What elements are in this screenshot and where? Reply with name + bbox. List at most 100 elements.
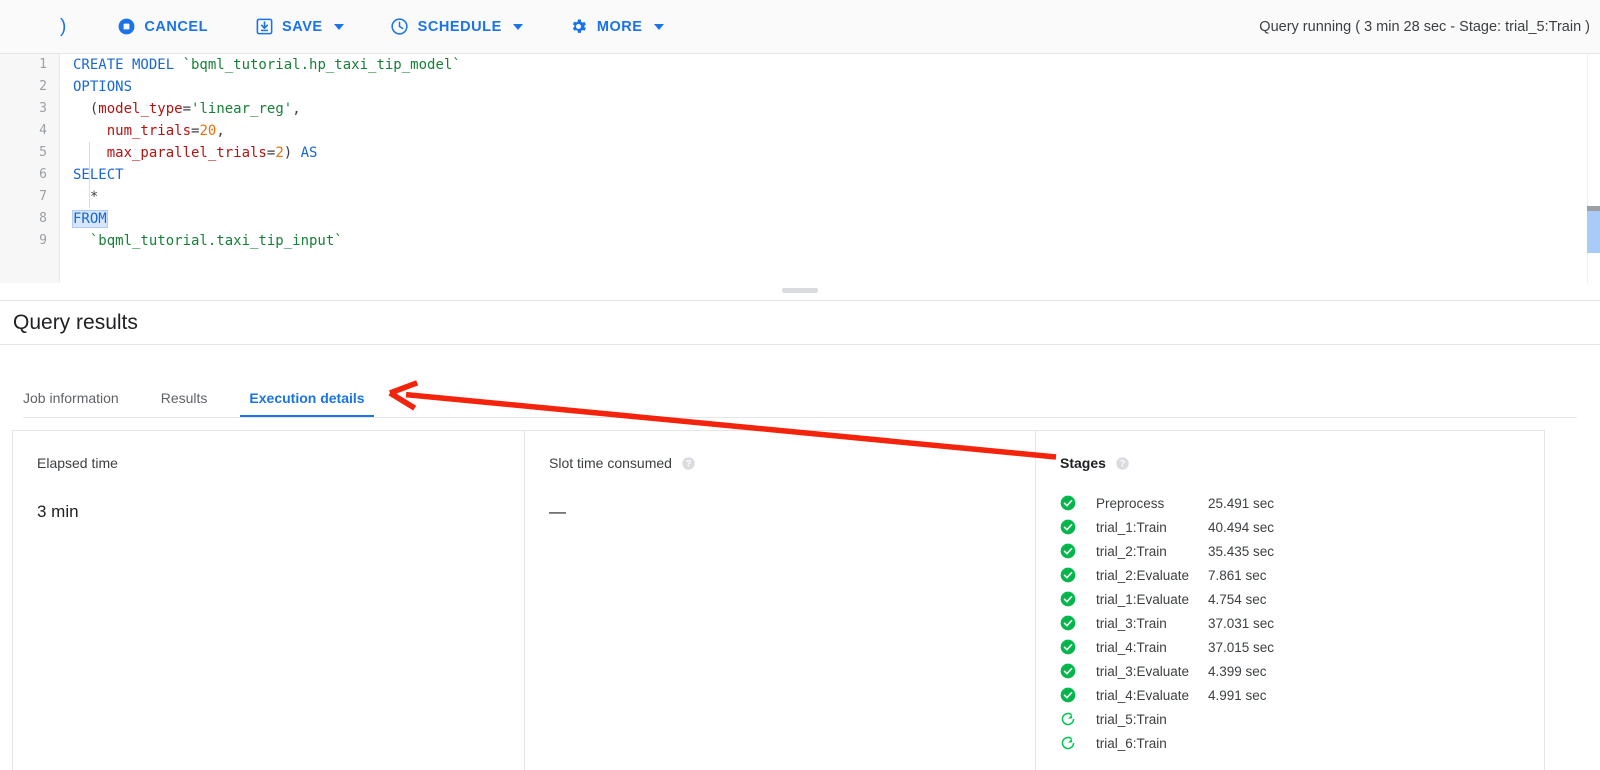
tab-job-information[interactable]: Job information bbox=[23, 390, 119, 418]
check-circle-icon bbox=[1060, 663, 1076, 679]
schedule-button-label: SCHEDULE bbox=[417, 18, 502, 35]
save-button-label: SAVE bbox=[282, 18, 323, 35]
stages-card: Stages ? Preprocess 25.491 sec trial_1:Tra… bbox=[1035, 431, 1544, 770]
tab-label: Job information bbox=[23, 390, 119, 406]
tab-execution-details[interactable]: Execution details bbox=[240, 390, 374, 418]
stage-row[interactable]: trial_1:Evaluate 4.754 sec bbox=[1060, 587, 1544, 611]
stages-list: Preprocess 25.491 sec trial_1:Train 40.494 … bbox=[1060, 491, 1544, 755]
stage-duration: 25.491 sec bbox=[1208, 495, 1275, 511]
slot-time-label: Slot time consumed bbox=[549, 455, 672, 471]
code-token-option: model_type bbox=[98, 101, 183, 117]
stage-duration: 4.754 sec bbox=[1208, 591, 1267, 607]
editor-toolbar: ) CANCEL SAVE SCHEDULE MORE Query runnin… bbox=[0, 0, 1600, 54]
check-circle-icon bbox=[1060, 615, 1076, 631]
sql-editor[interactable]: 1 2 3 4 5 6 7 8 9 CREATE MODEL `bqml_tut… bbox=[0, 54, 1600, 283]
stage-name: trial_2:Train bbox=[1096, 543, 1167, 559]
line-number: 3 bbox=[39, 101, 47, 116]
check-circle-icon bbox=[1060, 567, 1076, 583]
stage-name: trial_5:Train bbox=[1096, 711, 1167, 727]
query-status-text: Query running ( 3 min 28 sec - Stage: tr… bbox=[1259, 19, 1590, 35]
splitter-grip[interactable] bbox=[782, 288, 818, 293]
stages-label: Stages bbox=[1060, 455, 1106, 471]
help-icon[interactable]: ? bbox=[681, 456, 696, 471]
stage-name: trial_1:Evaluate bbox=[1096, 591, 1190, 607]
line-number: 8 bbox=[39, 211, 47, 226]
stage-name: trial_3:Train bbox=[1096, 615, 1167, 631]
code-token-paren: ( bbox=[73, 101, 99, 117]
code-token-comma: , bbox=[216, 123, 225, 139]
indent-guide bbox=[89, 142, 90, 208]
chevron-down-icon[interactable] bbox=[333, 23, 344, 30]
slot-time-card: Slot time consumed ? — bbox=[524, 431, 1035, 770]
query-results-header: Query results bbox=[0, 301, 1600, 345]
code-line-3: (model_type='linear_reg', bbox=[60, 98, 1600, 120]
page-title: Query results bbox=[13, 310, 138, 334]
code-line-1: CREATE MODEL `bqml_tutorial.hp_taxi_tip_… bbox=[60, 54, 1600, 76]
line-number: 7 bbox=[39, 189, 47, 204]
code-token-keyword: OPTIONS bbox=[73, 79, 133, 95]
stage-row[interactable]: Preprocess 25.491 sec bbox=[1060, 491, 1544, 515]
stage-row[interactable]: trial_4:Evaluate 4.991 sec bbox=[1060, 683, 1544, 707]
tab-label: Execution details bbox=[249, 390, 365, 406]
slot-time-header: Slot time consumed ? bbox=[549, 455, 1035, 471]
stage-name: trial_4:Evaluate bbox=[1096, 687, 1190, 703]
check-circle-icon bbox=[1060, 591, 1076, 607]
elapsed-time-card: Elapsed time 3 min bbox=[13, 431, 524, 770]
code-line-7: * bbox=[60, 186, 1600, 208]
tab-results[interactable]: Results bbox=[161, 390, 208, 418]
stage-name: trial_3:Evaluate bbox=[1096, 663, 1190, 679]
spinner-icon bbox=[1060, 711, 1076, 727]
stage-name: trial_1:Train bbox=[1096, 519, 1167, 535]
check-circle-icon bbox=[1060, 687, 1076, 703]
stage-row[interactable]: trial_6:Train bbox=[1060, 731, 1544, 755]
check-circle-icon bbox=[1060, 543, 1076, 559]
stage-row[interactable]: trial_5:Train bbox=[1060, 707, 1544, 731]
editor-code-area[interactable]: CREATE MODEL `bqml_tutorial.hp_taxi_tip_… bbox=[60, 54, 1600, 283]
stage-row[interactable]: trial_1:Train 40.494 sec bbox=[1060, 515, 1544, 539]
editor-scrollbar-thumb[interactable] bbox=[1587, 211, 1600, 253]
stage-duration: 37.031 sec bbox=[1208, 615, 1275, 631]
code-line-2: OPTIONS bbox=[60, 76, 1600, 98]
line-number: 6 bbox=[39, 167, 47, 182]
code-line-6: SELECT bbox=[60, 164, 1600, 186]
gear-icon bbox=[569, 17, 589, 37]
results-tabs: Job information Results Execution detail… bbox=[0, 345, 1600, 418]
chevron-down-icon[interactable] bbox=[512, 23, 523, 30]
slot-time-value: — bbox=[549, 502, 566, 521]
code-token-string: 'linear_reg' bbox=[191, 101, 293, 117]
stage-row[interactable]: trial_4:Train 37.015 sec bbox=[1060, 635, 1544, 659]
stage-duration: 4.991 sec bbox=[1208, 687, 1267, 703]
check-circle-icon bbox=[1060, 639, 1076, 655]
stage-row[interactable]: trial_3:Train 37.031 sec bbox=[1060, 611, 1544, 635]
svg-text:?: ? bbox=[1120, 458, 1125, 468]
schedule-button[interactable]: SCHEDULE bbox=[386, 11, 527, 43]
check-circle-icon bbox=[1060, 495, 1076, 511]
stage-duration: 7.861 sec bbox=[1208, 567, 1267, 583]
stage-name: trial_6:Train bbox=[1096, 735, 1167, 751]
stage-name: trial_2:Evaluate bbox=[1096, 567, 1190, 583]
stage-duration: 40.494 sec bbox=[1208, 519, 1275, 535]
cancel-button[interactable]: CANCEL bbox=[112, 11, 212, 43]
stage-row[interactable]: trial_3:Evaluate 4.399 sec bbox=[1060, 659, 1544, 683]
bigquery-console: ) CANCEL SAVE SCHEDULE MORE Query runnin… bbox=[0, 0, 1600, 770]
cancel-button-label: CANCEL bbox=[144, 18, 209, 35]
help-icon[interactable]: ? bbox=[1115, 456, 1130, 471]
code-token-keyword: CREATE MODEL bbox=[73, 57, 183, 73]
panel-splitter[interactable] bbox=[0, 283, 1600, 301]
run-button-remnant[interactable]: ) bbox=[60, 16, 66, 38]
code-line-4: num_trials=20, bbox=[60, 120, 1600, 142]
code-token-comma: , bbox=[292, 101, 301, 117]
clock-icon bbox=[390, 17, 410, 37]
stage-duration: 35.435 sec bbox=[1208, 543, 1275, 559]
svg-text:?: ? bbox=[686, 458, 691, 468]
spinner-icon bbox=[1060, 735, 1076, 751]
code-token-star: * bbox=[73, 189, 99, 205]
stage-row[interactable]: trial_2:Train 35.435 sec bbox=[1060, 539, 1544, 563]
save-button[interactable]: SAVE bbox=[250, 11, 348, 43]
more-button[interactable]: MORE bbox=[565, 11, 668, 43]
stop-circle-icon bbox=[116, 17, 136, 37]
stage-name: Preprocess bbox=[1096, 495, 1165, 511]
stage-row[interactable]: trial_2:Evaluate 7.861 sec bbox=[1060, 563, 1544, 587]
chevron-down-icon[interactable] bbox=[653, 23, 664, 30]
more-button-label: MORE bbox=[596, 18, 643, 35]
